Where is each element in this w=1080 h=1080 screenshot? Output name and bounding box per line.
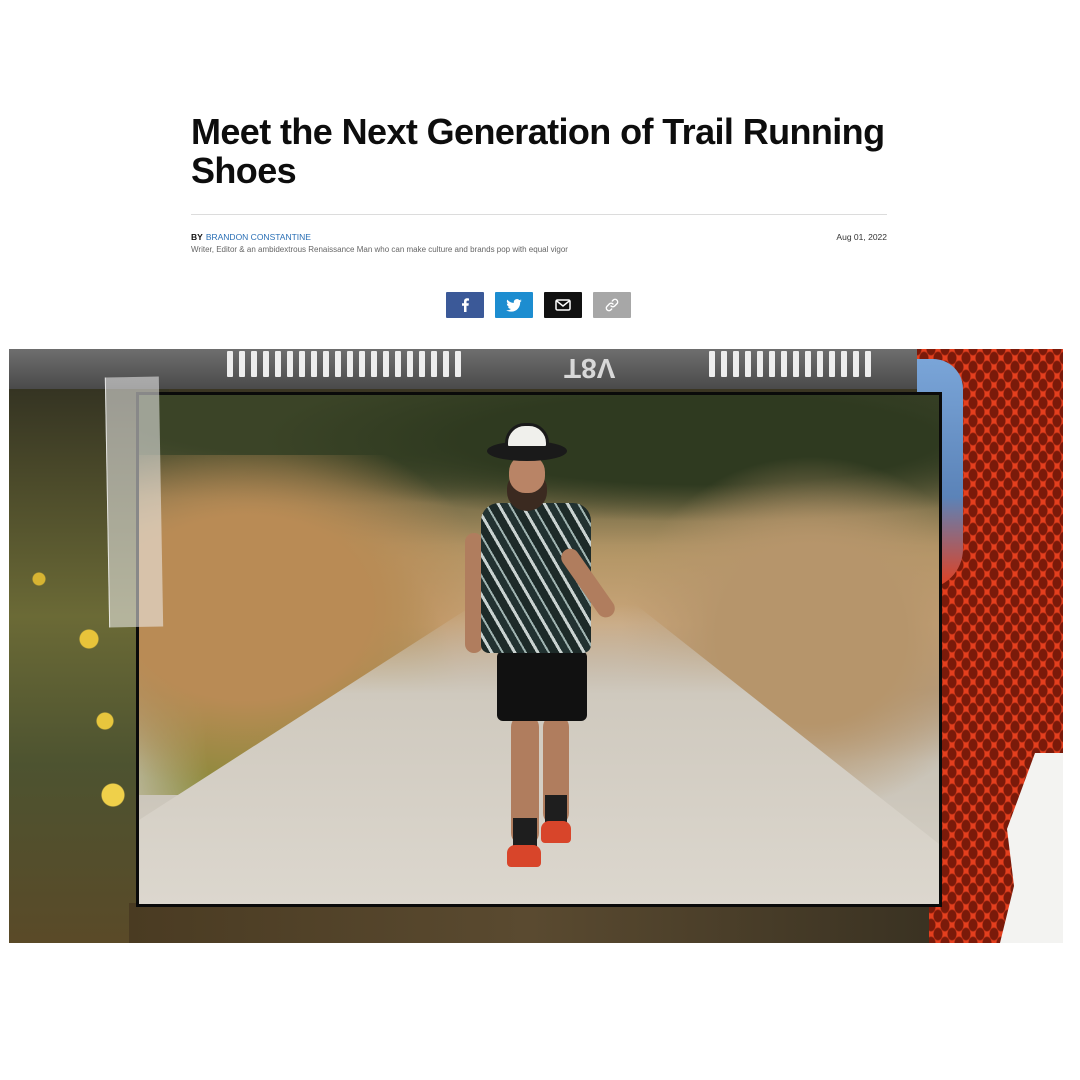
share-bar — [446, 292, 631, 318]
runner-bucket-hat — [505, 423, 549, 449]
facebook-share-button[interactable] — [446, 292, 484, 318]
twitter-share-button[interactable] — [495, 292, 533, 318]
sole-ticks-left — [227, 351, 461, 377]
byline-prefix: BY — [191, 232, 203, 242]
author-link[interactable]: BRANDON CONSTANTINE — [206, 232, 311, 242]
byline: BY BRANDON CONSTANTINE — [191, 232, 887, 242]
runner-shoe-left — [507, 845, 541, 867]
header-divider — [191, 214, 887, 215]
mail-icon — [555, 299, 571, 311]
runner-shorts — [497, 651, 587, 721]
twitter-icon — [506, 298, 522, 312]
facebook-icon — [462, 298, 469, 312]
sole-ticks-right — [709, 351, 871, 377]
email-share-button[interactable] — [544, 292, 582, 318]
hero-image: V8T — [9, 349, 1063, 943]
byline-row: BY BRANDON CONSTANTINE Writer, Editor & a… — [191, 232, 887, 254]
runner-figure — [461, 423, 631, 883]
article-header: Meet the Next Generation of Trail Runnin… — [191, 112, 887, 190]
author-bio: Writer, Editor & an ambidextrous Renaiss… — [191, 245, 568, 254]
runner-sock-left — [513, 818, 537, 848]
torn-paper-edge — [1000, 753, 1063, 943]
link-icon — [605, 298, 619, 312]
masking-tape — [104, 376, 164, 628]
trail-runner-photo — [136, 392, 942, 907]
copy-link-button[interactable] — [593, 292, 631, 318]
sole-print-text: V8T — [564, 353, 616, 384]
collage-bottom-strip — [129, 903, 929, 943]
article-headline: Meet the Next Generation of Trail Runnin… — [191, 111, 885, 191]
runner-shoe-right — [541, 821, 571, 843]
publish-date: Aug 01, 2022 — [836, 232, 887, 242]
